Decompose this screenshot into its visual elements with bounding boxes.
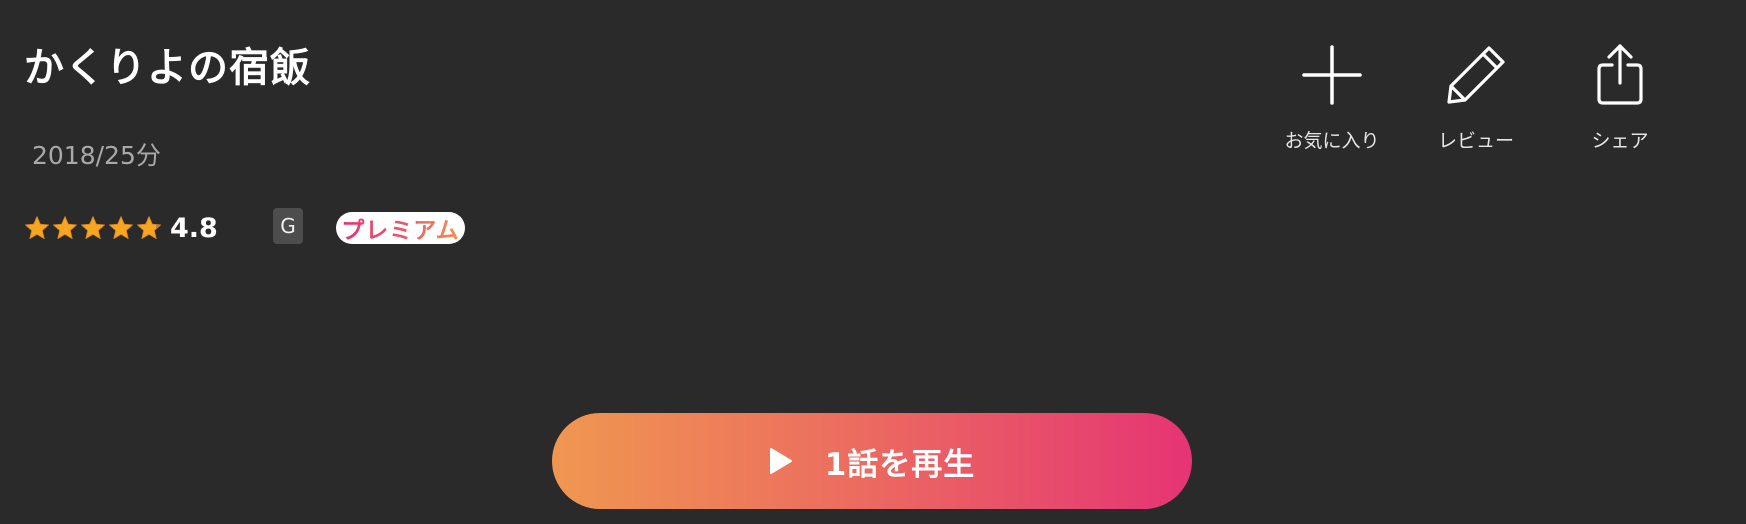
share-label: シェア: [1591, 130, 1649, 152]
play-icon: [769, 448, 792, 474]
rating-value: 4.8: [170, 212, 218, 244]
play-button-label: 1話を再生: [824, 446, 976, 483]
program-title: かくりよの宿飯: [24, 45, 311, 91]
review-button[interactable]: レビュー: [1404, 40, 1548, 153]
star-icon: [53, 216, 77, 239]
program-meta: 2018/25分: [32, 141, 161, 170]
star-icon: [109, 216, 133, 239]
share-button[interactable]: シェア: [1548, 40, 1692, 153]
play-episode-button[interactable]: 1話を再生: [552, 413, 1192, 509]
premium-badge: プレミアム: [336, 212, 465, 244]
favorite-button[interactable]: お気に入り: [1260, 40, 1404, 153]
star-icon: [81, 216, 105, 239]
review-label: レビュー: [1437, 130, 1514, 152]
premium-badge-text: プレミアム: [341, 211, 459, 245]
star-icon: [25, 216, 49, 239]
star-icon: [137, 216, 161, 239]
age-rating-badge: G: [273, 208, 303, 244]
favorite-label: お気に入り: [1284, 130, 1380, 152]
pencil-icon: [1441, 40, 1511, 110]
star-rating: [24, 215, 164, 241]
rating-row: 4.8: [24, 204, 218, 252]
share-icon: [1585, 40, 1655, 110]
plus-icon: [1297, 40, 1367, 110]
action-bar: お気に入り レビュー シェア: [1260, 40, 1692, 153]
